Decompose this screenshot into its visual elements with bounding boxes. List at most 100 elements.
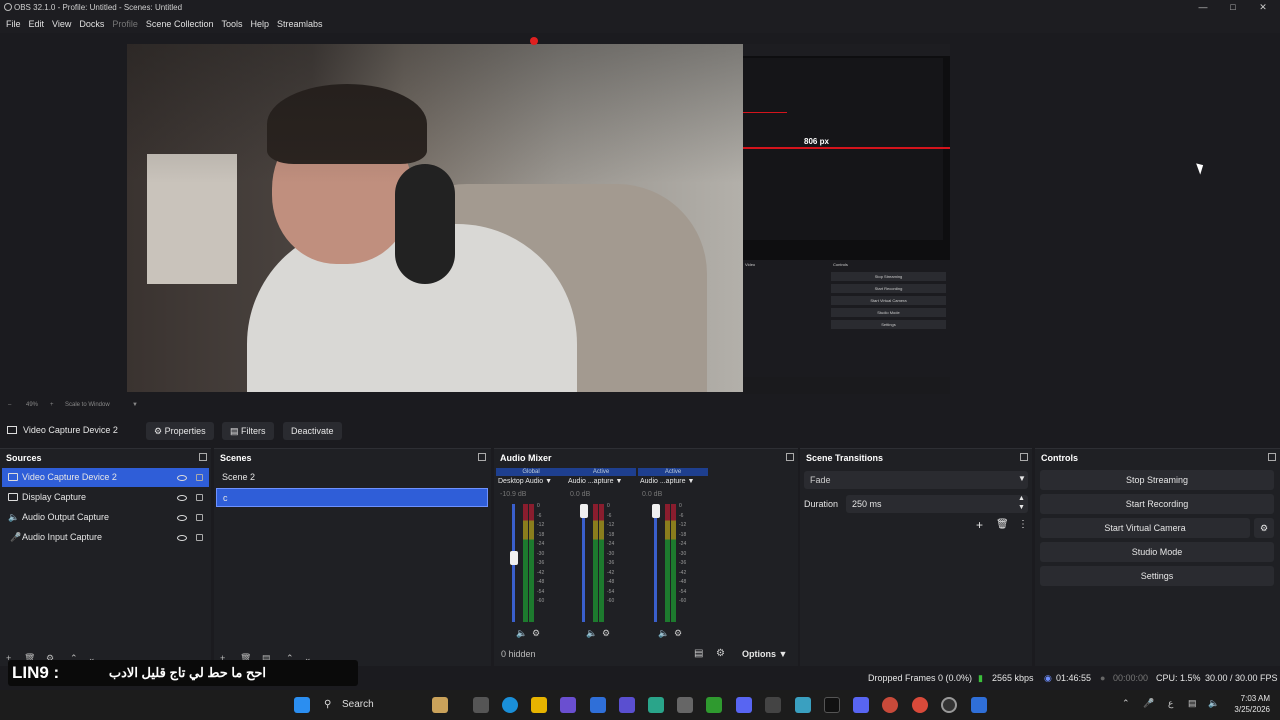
menu-scene-collection[interactable]: Scene Collection <box>146 19 214 29</box>
meter-tick-label: -30 <box>679 550 687 557</box>
mute-icon[interactable]: 🔈 <box>586 628 597 639</box>
options-button[interactable]: Options ▼ <box>742 649 787 659</box>
volume-fader-knob[interactable] <box>652 504 660 518</box>
advanced-audio-icon[interactable]: ⚙ <box>716 648 725 659</box>
spin-down-icon[interactable]: ▼ <box>1018 504 1025 511</box>
chevron-up-icon[interactable]: ⌃ <box>1122 698 1130 709</box>
volume-fader-knob[interactable] <box>510 550 518 565</box>
maximize-button[interactable]: □ <box>1218 0 1248 15</box>
dock-menu-icon[interactable] <box>1020 453 1028 461</box>
start-recording-button[interactable]: Start Recording <box>1040 494 1274 514</box>
menu-tools[interactable]: Tools <box>221 19 242 29</box>
close-button[interactable]: ✕ <box>1248 0 1278 15</box>
mixer-channel-name[interactable]: Audio ...apture ▼ <box>568 478 622 485</box>
mute-icon[interactable]: 🔈 <box>658 628 669 639</box>
settings-button[interactable]: Settings <box>1040 566 1274 586</box>
windows-start-icon[interactable] <box>294 697 310 713</box>
discord-icon[interactable] <box>853 697 869 713</box>
stop-streaming-button[interactable]: Stop Streaming <box>1040 470 1274 490</box>
menu-file[interactable]: File <box>6 19 21 29</box>
edge-icon[interactable] <box>502 697 518 713</box>
app-icon[interactable] <box>795 697 811 713</box>
zoom-in-icon[interactable]: + <box>50 402 54 408</box>
source-item-audio-input[interactable]: 🎤 Audio Input Capture <box>2 528 209 547</box>
copilot-icon[interactable] <box>560 697 576 713</box>
chevron-down-icon[interactable]: ▼ <box>132 402 138 408</box>
deactivate-button[interactable]: Deactivate <box>283 422 342 440</box>
tiktok-icon[interactable] <box>824 697 840 713</box>
volume-fader[interactable] <box>582 504 585 622</box>
taskbar-clock[interactable]: 7:03 AM 3/25/2026 <box>1226 693 1270 715</box>
dock-menu-icon[interactable] <box>786 453 794 461</box>
channel-settings-icon[interactable]: ⚙ <box>674 628 682 639</box>
source-item-audio-output[interactable]: 🔈 Audio Output Capture <box>2 508 209 527</box>
visibility-eye-icon[interactable] <box>177 495 187 501</box>
language-icon[interactable]: ع <box>1168 698 1173 709</box>
minimize-button[interactable]: — <box>1188 0 1218 15</box>
channel-settings-icon[interactable]: ⚙ <box>602 628 610 639</box>
scenes-dock: Scenes Scene 2 c + 🗑 ▤ ⌃ ⌄ <box>214 448 491 666</box>
mute-icon[interactable]: 🔈 <box>516 628 527 639</box>
visibility-eye-icon[interactable] <box>177 475 187 481</box>
menu-help[interactable]: Help <box>250 19 269 29</box>
source-item-display-capture[interactable]: Display Capture <box>2 488 209 507</box>
lock-icon[interactable] <box>196 534 203 541</box>
dock-menu-icon[interactable] <box>1268 453 1276 461</box>
start-virtual-camera-button[interactable]: Start Virtual Camera <box>1040 518 1250 538</box>
volume-fader-knob[interactable] <box>580 504 588 518</box>
menu-view[interactable]: View <box>52 19 71 29</box>
virtual-camera-settings-icon[interactable]: ⚙ <box>1254 518 1274 538</box>
channel-settings-icon[interactable]: ⚙ <box>532 628 540 639</box>
properties-button[interactable]: ⚙ Properties <box>146 422 214 440</box>
menu-docks[interactable]: Docks <box>79 19 104 29</box>
menu-streamlabs[interactable]: Streamlabs <box>277 19 323 29</box>
scene-item[interactable]: Scene 2 <box>216 468 488 487</box>
minecraft-icon[interactable] <box>706 697 722 713</box>
visibility-eye-icon[interactable] <box>177 515 187 521</box>
menu-edit[interactable]: Edit <box>29 19 45 29</box>
dock-menu-icon[interactable] <box>478 453 486 461</box>
more-options-icon[interactable]: ⋮ <box>1018 519 1028 530</box>
visibility-eye-icon[interactable] <box>177 535 187 541</box>
remove-transition-icon[interactable]: 🗑 <box>996 519 1009 530</box>
microphone-icon[interactable]: 🎤 <box>1143 698 1154 709</box>
obs-icon[interactable] <box>941 697 957 713</box>
taskbar-app-icon[interactable] <box>432 697 448 713</box>
zoom-out-icon[interactable]: – <box>8 402 11 408</box>
lock-icon[interactable] <box>196 494 203 501</box>
chrome-icon[interactable] <box>882 697 898 713</box>
app-icon[interactable] <box>736 697 752 713</box>
chrome-icon[interactable] <box>912 697 928 713</box>
lock-icon[interactable] <box>196 514 203 521</box>
webcam-video-feed[interactable] <box>127 44 743 392</box>
app-icon[interactable] <box>619 697 635 713</box>
dock-menu-icon[interactable] <box>199 453 207 461</box>
volume-fader[interactable] <box>654 504 657 622</box>
app-icon[interactable] <box>971 697 987 713</box>
store-icon[interactable] <box>590 697 606 713</box>
taskbar-search[interactable]: ⚲ Search <box>318 695 408 715</box>
spin-up-icon[interactable]: ▲ <box>1018 495 1025 502</box>
lock-icon[interactable] <box>196 474 203 481</box>
scene-item-selected[interactable]: c <box>216 488 488 507</box>
menu-profile[interactable]: Profile <box>112 19 138 29</box>
volume-icon[interactable]: 🔈 <box>1208 698 1219 709</box>
file-explorer-icon[interactable] <box>531 697 547 713</box>
filters-button[interactable]: ▤ Filters <box>222 422 274 440</box>
app-icon[interactable] <box>648 697 664 713</box>
studio-mode-button[interactable]: Studio Mode <box>1040 542 1274 562</box>
add-transition-icon[interactable]: + <box>976 518 983 532</box>
app-icon[interactable] <box>677 697 693 713</box>
meter-tick-label: 0 <box>679 503 682 509</box>
transition-select[interactable]: Fade ▼ <box>804 471 1028 489</box>
mixer-channel-name[interactable]: Audio ...apture ▼ <box>640 478 694 485</box>
source-item-video-capture[interactable]: Video Capture Device 2 <box>2 468 209 487</box>
app-icon[interactable] <box>765 697 781 713</box>
network-icon[interactable]: ▤ <box>1188 698 1197 709</box>
duration-spinbox[interactable]: 250 ms ▲ ▼ <box>846 495 1028 513</box>
scale-to-window-select[interactable]: Scale to Window <box>65 402 110 408</box>
mixer-channel-name[interactable]: Desktop Audio ▼ <box>498 478 552 485</box>
layout-toggle-icon[interactable]: ▤ <box>694 648 703 659</box>
task-view-icon[interactable] <box>473 697 489 713</box>
display-capture-preview[interactable]: 806 px Video Controls Stop Streaming Sta… <box>743 44 950 394</box>
